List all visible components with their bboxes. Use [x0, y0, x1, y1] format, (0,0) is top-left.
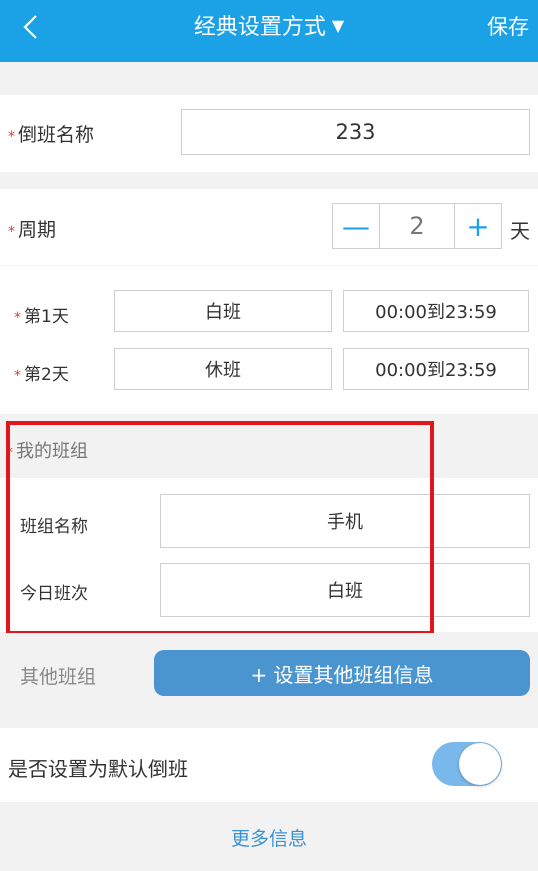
default-setting-label: 是否设置为默认倒班 [8, 757, 188, 781]
increment-button[interactable]: + [455, 204, 501, 248]
day-1-time-select[interactable]: 00:00到23:59 [343, 290, 529, 332]
day-2-time-select[interactable]: 00:00到23:59 [343, 348, 529, 390]
other-team-label: 其他班组 [20, 666, 97, 688]
more-info-link[interactable]: 更多信息 [0, 804, 538, 871]
cycle-label: 周期 [18, 219, 57, 241]
header-bar: 经典设置方式 ▼ 保存 [0, 0, 538, 62]
day-1-shift-select[interactable]: 白班 [114, 290, 332, 332]
day-label-text: 第1天 [24, 307, 69, 327]
day-label-1: * 第1天 [14, 302, 69, 327]
shift-name-label-wrap: * 倒班名称 [8, 120, 94, 147]
required-mark: * [14, 368, 21, 384]
cycle-stepper: — 2 + [332, 203, 502, 249]
required-mark: * [8, 129, 15, 145]
days-section: * 第1天 白班 00:00到23:59 * 第2天 休班 00:00到23:59 [0, 266, 538, 414]
dropdown-caret-icon: ▼ [331, 15, 345, 35]
default-toggle[interactable] [432, 742, 502, 786]
day-2-shift-select[interactable]: 休班 [114, 348, 332, 390]
page-title: 经典设置方式 [193, 15, 326, 40]
required-mark: * [14, 310, 21, 326]
save-button[interactable]: 保存 [487, 11, 529, 41]
decrement-button[interactable]: — [333, 204, 379, 248]
day-label-2: * 第2天 [14, 360, 69, 385]
shift-name-row: * 倒班名称 233 [0, 95, 538, 172]
toggle-knob [459, 743, 501, 785]
shift-name-input[interactable]: 233 [181, 109, 530, 155]
highlight-frame [6, 421, 434, 635]
cycle-label-wrap: * 周期 [8, 215, 56, 242]
cycle-unit: 天 [510, 219, 530, 243]
cycle-value[interactable]: 2 [379, 204, 455, 248]
day-label-text: 第2天 [24, 365, 69, 385]
set-other-team-button[interactable]: + 设置其他班组信息 [154, 650, 530, 696]
required-mark: * [8, 224, 15, 240]
page-title-dropdown[interactable]: 经典设置方式 ▼ [0, 0, 538, 50]
shift-name-label: 倒班名称 [18, 124, 95, 146]
